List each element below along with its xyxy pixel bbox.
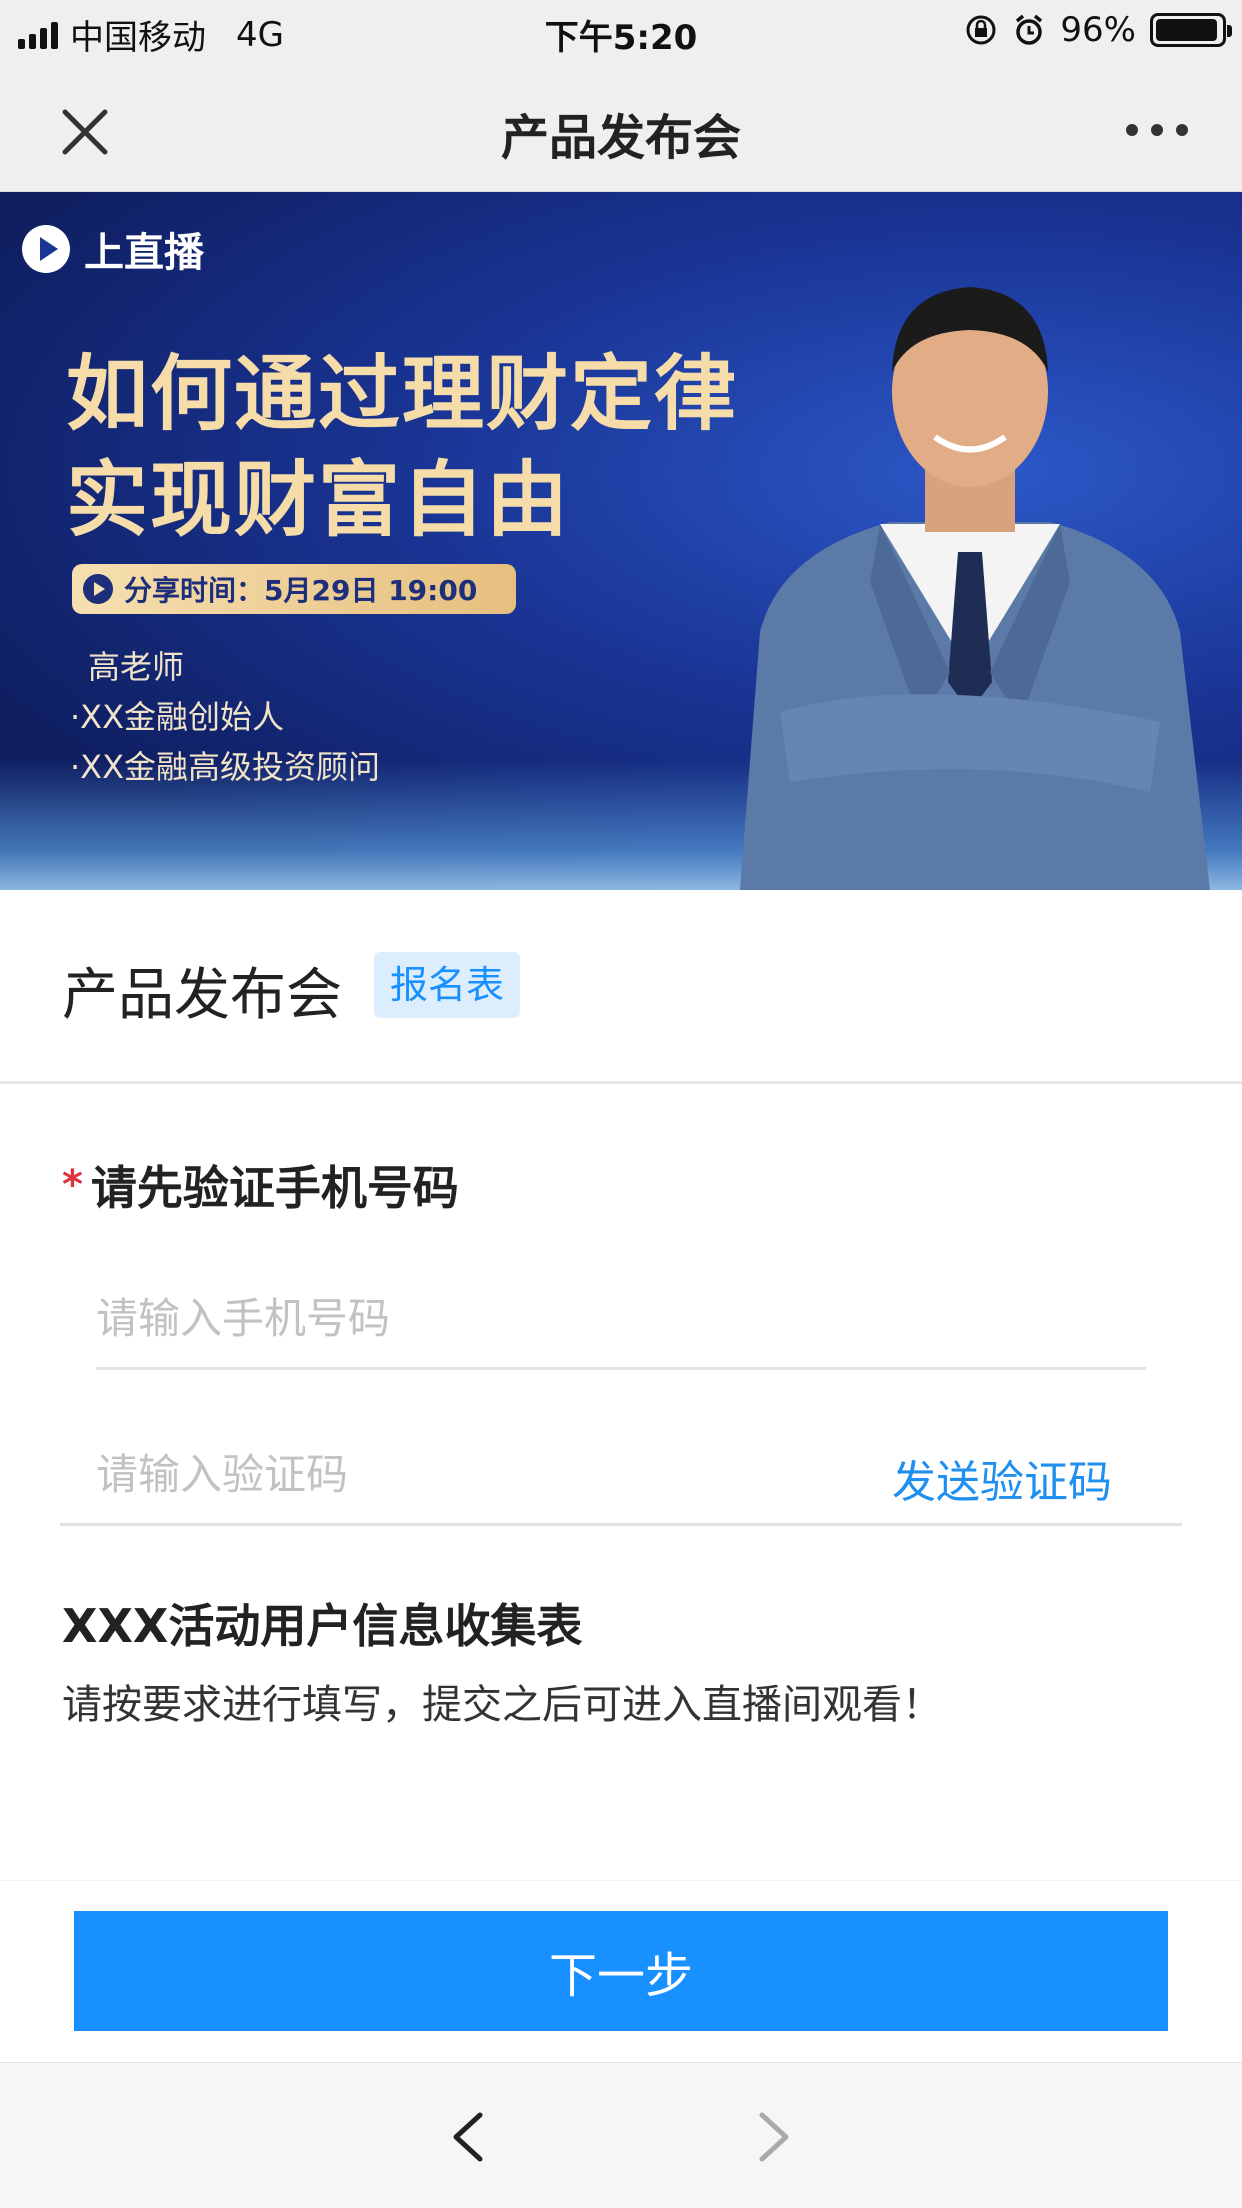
teacher-info: 高老师 ·XX金融创始人 ·XX金融高级投资顾问 [70, 642, 380, 792]
banner-headline: 如何通过理财定律 实现财富自由 [66, 342, 738, 554]
headline-line-2: 实现财富自由 [66, 453, 571, 548]
verify-phone-label: * 请先验证手机号码 [62, 1152, 459, 1218]
chevron-left-icon[interactable] [440, 2107, 500, 2167]
verify-phone-text: 请先验证手机号码 [90, 1161, 459, 1215]
verification-code-input[interactable] [96, 1424, 856, 1524]
nav-bar: 产品发布会 [0, 62, 1242, 192]
more-dots-icon[interactable] [1122, 110, 1192, 150]
signup-form-tag: 报名表 [374, 952, 521, 1018]
share-time: 分享时间：5月29日 19:00 [124, 574, 478, 607]
battery-icon [1150, 13, 1232, 47]
info-form-description: 请按要求进行填写，提交之后可进入直播间观看！ [62, 1682, 942, 1728]
browser-toolbar [0, 2062, 1242, 2208]
teacher-title-2: ·XX金融高级投资顾问 [70, 748, 381, 786]
battery-fill [1156, 19, 1218, 41]
phone-input[interactable] [96, 1270, 1146, 1370]
brand-logo: 上直播 [20, 220, 204, 278]
form-header: 产品发布会 报名表 [0, 890, 1242, 1084]
teacher-name: 高老师 [88, 648, 185, 686]
battery-percent: 96% [1060, 10, 1136, 50]
verification-code-row: 发送验证码 [60, 1424, 1182, 1526]
share-time-pill: 分享时间：5月29日 19:00 [72, 564, 516, 614]
next-step-button[interactable]: 下一步 [74, 1911, 1168, 2031]
promo-banner: 上直播 如何通过理财定律 实现财富自由 分享时间：5月29日 19:00 高老师… [0, 192, 1242, 890]
action-area: 下一步 [0, 1880, 1242, 2062]
page-title: 产品发布会 [500, 110, 741, 166]
status-bar: 中国移动 4G 下午5:20 96% [0, 0, 1242, 62]
speaker-photo [740, 287, 1210, 890]
alarm-icon [1016, 14, 1043, 45]
rotation-lock-icon [966, 15, 996, 45]
headline-line-1: 如何通过理财定律 [66, 347, 739, 442]
play-icon [83, 574, 113, 604]
status-right: 96% [964, 10, 1232, 50]
live-logo-icon [22, 225, 70, 273]
required-mark: * [62, 1162, 83, 1208]
chevron-right-icon[interactable] [742, 2107, 802, 2167]
send-code-button[interactable]: 发送验证码 [892, 1446, 1112, 1510]
teacher-title-1: ·XX金融创始人 [70, 698, 285, 736]
brand-name: 上直播 [84, 230, 204, 276]
form-title: 产品发布会 [62, 963, 342, 1028]
info-form-title: XXX活动用户信息收集表 [62, 1599, 583, 1653]
